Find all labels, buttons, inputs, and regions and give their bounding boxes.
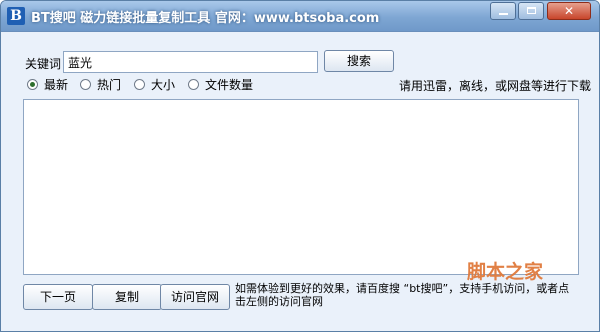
radio-unselected-icon: [134, 78, 145, 90]
app-logo-icon: B: [7, 7, 25, 25]
sort-option-latest[interactable]: 最新: [27, 77, 69, 92]
maximize-icon: [527, 7, 536, 14]
close-button[interactable]: ✕: [547, 2, 591, 20]
watermark-logo: 脚本之家: [467, 261, 544, 283]
next-page-button[interactable]: 下一页: [23, 284, 93, 310]
close-icon: ✕: [563, 4, 575, 18]
sort-option-label: 大小: [151, 77, 176, 92]
sort-option-file-count[interactable]: 文件数量: [188, 77, 254, 92]
sort-option-popular[interactable]: 热门: [80, 77, 122, 92]
maximize-button[interactable]: [518, 2, 544, 20]
sort-option-label: 热门: [97, 77, 122, 92]
minimize-button[interactable]: [490, 2, 516, 20]
sort-option-label: 最新: [44, 77, 69, 92]
sort-option-label: 文件数量: [205, 77, 254, 92]
radio-unselected-icon: [80, 78, 91, 90]
radio-unselected-icon: [188, 78, 199, 90]
copy-button[interactable]: 复制: [92, 284, 162, 310]
download-hint: 请用迅雷，离线，或网盘等进行下载: [399, 79, 592, 93]
bottom-hint: 如需体验到更好的效果，请百度搜 “bt搜吧”，支持手机访问，或者点击左侧的访问官…: [235, 282, 570, 308]
keyword-label: 关键词: [25, 57, 62, 71]
keyword-input[interactable]: [63, 51, 318, 73]
minimize-icon: [499, 13, 508, 15]
app-window: B BT搜吧 磁力链接批量复制工具 官网：www.btsoba.com ✕ 关键…: [0, 0, 600, 332]
title-bar[interactable]: B BT搜吧 磁力链接批量复制工具 官网：www.btsoba.com ✕: [1, 1, 599, 32]
search-button[interactable]: 搜索: [324, 50, 394, 72]
results-textarea[interactable]: [23, 99, 579, 275]
sort-option-size[interactable]: 大小: [134, 77, 176, 92]
window-title: BT搜吧 磁力链接批量复制工具 官网：www.btsoba.com: [31, 11, 380, 26]
radio-selected-icon: [27, 78, 38, 90]
visit-site-button[interactable]: 访问官网: [160, 284, 230, 310]
